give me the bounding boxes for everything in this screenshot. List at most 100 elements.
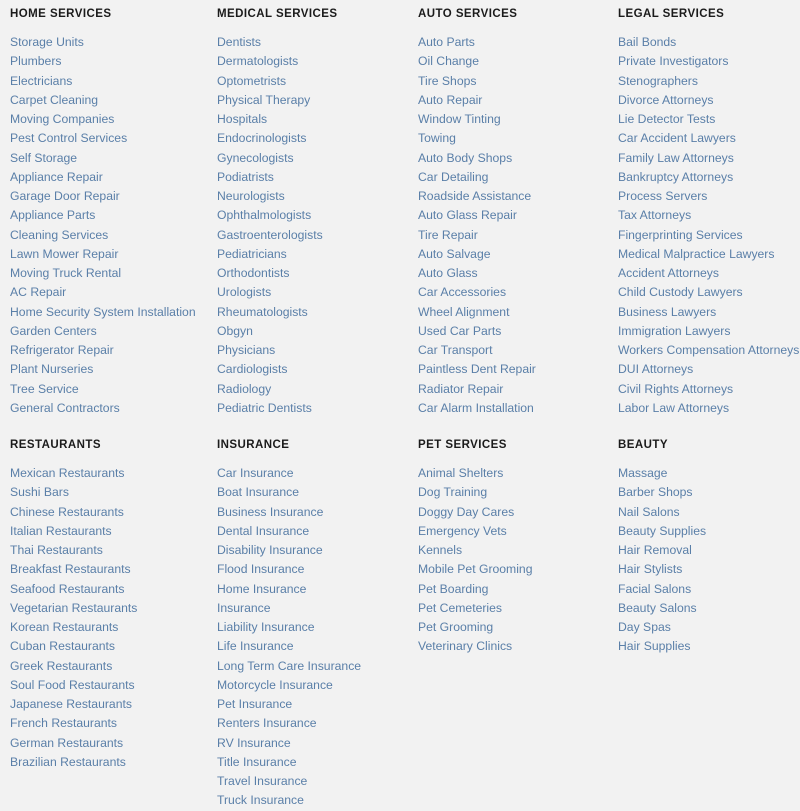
category-link[interactable]: Liability Insurance xyxy=(217,620,315,634)
category-link[interactable]: Car Accident Lawyers xyxy=(618,131,736,145)
category-link[interactable]: Immigration Lawyers xyxy=(618,324,730,338)
category-link[interactable]: Japanese Restaurants xyxy=(10,697,132,711)
category-link[interactable]: Facial Salons xyxy=(618,582,691,596)
category-link[interactable]: RV Insurance xyxy=(217,736,291,750)
category-link[interactable]: Cardiologists xyxy=(217,362,287,376)
category-link[interactable]: Business Lawyers xyxy=(618,305,716,319)
category-link[interactable]: Gastroenterologists xyxy=(217,228,323,242)
category-link[interactable]: Greek Restaurants xyxy=(10,659,112,673)
category-link[interactable]: Title Insurance xyxy=(217,755,296,769)
category-link[interactable]: Workers Compensation Attorneys xyxy=(618,343,799,357)
category-link[interactable]: Auto Body Shops xyxy=(418,151,512,165)
category-link[interactable]: Oil Change xyxy=(418,54,479,68)
category-link[interactable]: Auto Glass Repair xyxy=(418,208,517,222)
category-link[interactable]: Tire Repair xyxy=(418,228,478,242)
category-link[interactable]: Kennels xyxy=(418,543,462,557)
category-link[interactable]: Auto Glass xyxy=(418,266,478,280)
category-link[interactable]: Lawn Mower Repair xyxy=(10,247,118,261)
category-link[interactable]: Optometrists xyxy=(217,74,286,88)
category-link[interactable]: Mexican Restaurants xyxy=(10,466,124,480)
category-link[interactable]: Motorcycle Insurance xyxy=(217,678,333,692)
category-link[interactable]: Auto Repair xyxy=(418,93,482,107)
category-link[interactable]: Boat Insurance xyxy=(217,485,299,499)
category-link[interactable]: Auto Parts xyxy=(418,35,475,49)
category-link[interactable]: Life Insurance xyxy=(217,639,294,653)
category-link[interactable]: Disability Insurance xyxy=(217,543,323,557)
category-link[interactable]: Physical Therapy xyxy=(217,93,310,107)
category-link[interactable]: Beauty Supplies xyxy=(618,524,706,538)
category-link[interactable]: Car Insurance xyxy=(217,466,294,480)
category-link[interactable]: Mobile Pet Grooming xyxy=(418,562,532,576)
category-link[interactable]: Hair Removal xyxy=(618,543,692,557)
category-link[interactable]: Home Security System Installation xyxy=(10,305,196,319)
category-link[interactable]: Pet Insurance xyxy=(217,697,292,711)
category-link[interactable]: Pet Grooming xyxy=(418,620,493,634)
category-link[interactable]: Fingerprinting Services xyxy=(618,228,743,242)
category-link[interactable]: Pet Boarding xyxy=(418,582,488,596)
category-link[interactable]: Emergency Vets xyxy=(418,524,507,538)
category-link[interactable]: Towing xyxy=(418,131,456,145)
category-link[interactable]: Ophthalmologists xyxy=(217,208,311,222)
category-link[interactable]: Lie Detector Tests xyxy=(618,112,715,126)
category-link[interactable]: Rheumatologists xyxy=(217,305,308,319)
category-link[interactable]: Moving Truck Rental xyxy=(10,266,121,280)
category-link[interactable]: Endocrinologists xyxy=(217,131,306,145)
category-link[interactable]: Window Tinting xyxy=(418,112,501,126)
category-link[interactable]: Tree Service xyxy=(10,382,79,396)
category-link[interactable]: Business Insurance xyxy=(217,505,323,519)
category-link[interactable]: Pest Control Services xyxy=(10,131,127,145)
category-link[interactable]: Soul Food Restaurants xyxy=(10,678,135,692)
category-link[interactable]: General Contractors xyxy=(10,401,120,415)
category-link[interactable]: Animal Shelters xyxy=(418,466,503,480)
category-link[interactable]: Flood Insurance xyxy=(217,562,304,576)
category-link[interactable]: Car Accessories xyxy=(418,285,506,299)
category-link[interactable]: Orthodontists xyxy=(217,266,289,280)
category-link[interactable]: Storage Units xyxy=(10,35,84,49)
category-link[interactable]: Italian Restaurants xyxy=(10,524,112,538)
category-link[interactable]: Day Spas xyxy=(618,620,671,634)
category-link[interactable]: Divorce Attorneys xyxy=(618,93,714,107)
category-link[interactable]: Refrigerator Repair xyxy=(10,343,114,357)
category-link[interactable]: Self Storage xyxy=(10,151,77,165)
category-link[interactable]: DUI Attorneys xyxy=(618,362,693,376)
category-link[interactable]: Family Law Attorneys xyxy=(618,151,734,165)
category-link[interactable]: Sushi Bars xyxy=(10,485,69,499)
category-link[interactable]: French Restaurants xyxy=(10,716,117,730)
category-link[interactable]: Bankruptcy Attorneys xyxy=(618,170,733,184)
category-link[interactable]: Garage Door Repair xyxy=(10,189,120,203)
category-link[interactable]: Auto Salvage xyxy=(418,247,491,261)
category-link[interactable]: Accident Attorneys xyxy=(618,266,719,280)
category-link[interactable]: Cleaning Services xyxy=(10,228,108,242)
category-link[interactable]: Pediatricians xyxy=(217,247,287,261)
category-link[interactable]: Pet Cemeteries xyxy=(418,601,502,615)
category-link[interactable]: Carpet Cleaning xyxy=(10,93,98,107)
category-link[interactable]: Dentists xyxy=(217,35,261,49)
category-link[interactable]: Used Car Parts xyxy=(418,324,501,338)
category-link[interactable]: Nail Salons xyxy=(618,505,680,519)
category-link[interactable]: Veterinary Clinics xyxy=(418,639,512,653)
category-link[interactable]: Urologists xyxy=(217,285,271,299)
category-link[interactable]: Private Investigators xyxy=(618,54,728,68)
category-link[interactable]: AC Repair xyxy=(10,285,66,299)
category-link[interactable]: Plumbers xyxy=(10,54,61,68)
category-link[interactable]: Chinese Restaurants xyxy=(10,505,124,519)
category-link[interactable]: Neurologists xyxy=(217,189,285,203)
category-link[interactable]: Paintless Dent Repair xyxy=(418,362,536,376)
category-link[interactable]: Renters Insurance xyxy=(217,716,317,730)
category-link[interactable]: Pediatric Dentists xyxy=(217,401,312,415)
category-link[interactable]: Brazilian Restaurants xyxy=(10,755,126,769)
category-link[interactable]: Civil Rights Attorneys xyxy=(618,382,733,396)
category-link[interactable]: Moving Companies xyxy=(10,112,114,126)
category-link[interactable]: Plant Nurseries xyxy=(10,362,93,376)
category-link[interactable]: Appliance Parts xyxy=(10,208,95,222)
category-link[interactable]: Barber Shops xyxy=(618,485,693,499)
category-link[interactable]: Car Alarm Installation xyxy=(418,401,534,415)
category-link[interactable]: Truck Insurance xyxy=(217,793,304,807)
category-link[interactable]: Appliance Repair xyxy=(10,170,103,184)
category-link[interactable]: Car Detailing xyxy=(418,170,488,184)
category-link[interactable]: Stenographers xyxy=(618,74,698,88)
category-link[interactable]: Medical Malpractice Lawyers xyxy=(618,247,774,261)
category-link[interactable]: German Restaurants xyxy=(10,736,123,750)
category-link[interactable]: Massage xyxy=(618,466,667,480)
category-link[interactable]: Tire Shops xyxy=(418,74,476,88)
